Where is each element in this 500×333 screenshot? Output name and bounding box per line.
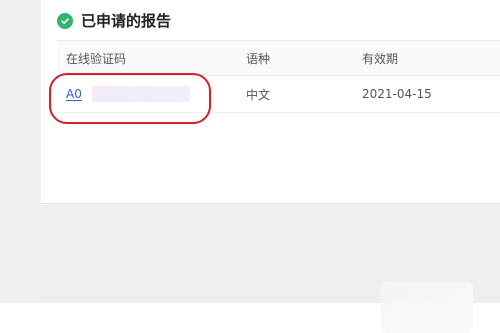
applied-reports-card: 已申请的报告 在线验证码 语种 有效期 A0 中文 2021-04-15: [41, 0, 500, 203]
table-row: A0 中文 2021-04-15: [57, 76, 500, 113]
table-header-row: 在线验证码 语种 有效期: [57, 40, 500, 76]
page-background-left: [0, 0, 41, 300]
header-verification-code-label: 在线验证码: [66, 51, 127, 66]
section-header: 已申请的报告: [57, 12, 171, 30]
section-title: 已申请的报告: [81, 12, 172, 30]
faded-watermark-area: [381, 282, 473, 333]
redaction-mask: [92, 86, 190, 102]
validity-value: 2021-04-15: [362, 87, 432, 101]
verification-code-link[interactable]: A0: [66, 87, 82, 101]
header-validity: 有效期: [362, 41, 482, 75]
language-cell: 中文: [246, 76, 346, 112]
reports-table: 在线验证码 语种 有效期 A0 中文 2021-04-15: [57, 40, 500, 113]
header-verification-code: 在线验证码: [66, 41, 236, 75]
validity-cell: 2021-04-15: [362, 76, 482, 112]
verification-code-cell[interactable]: A0: [66, 76, 236, 112]
header-language: 语种: [246, 41, 346, 75]
header-language-label: 语种: [246, 51, 271, 66]
header-validity-label: 有效期: [362, 51, 399, 66]
language-value: 中文: [246, 87, 271, 102]
check-circle-icon: [57, 13, 73, 29]
